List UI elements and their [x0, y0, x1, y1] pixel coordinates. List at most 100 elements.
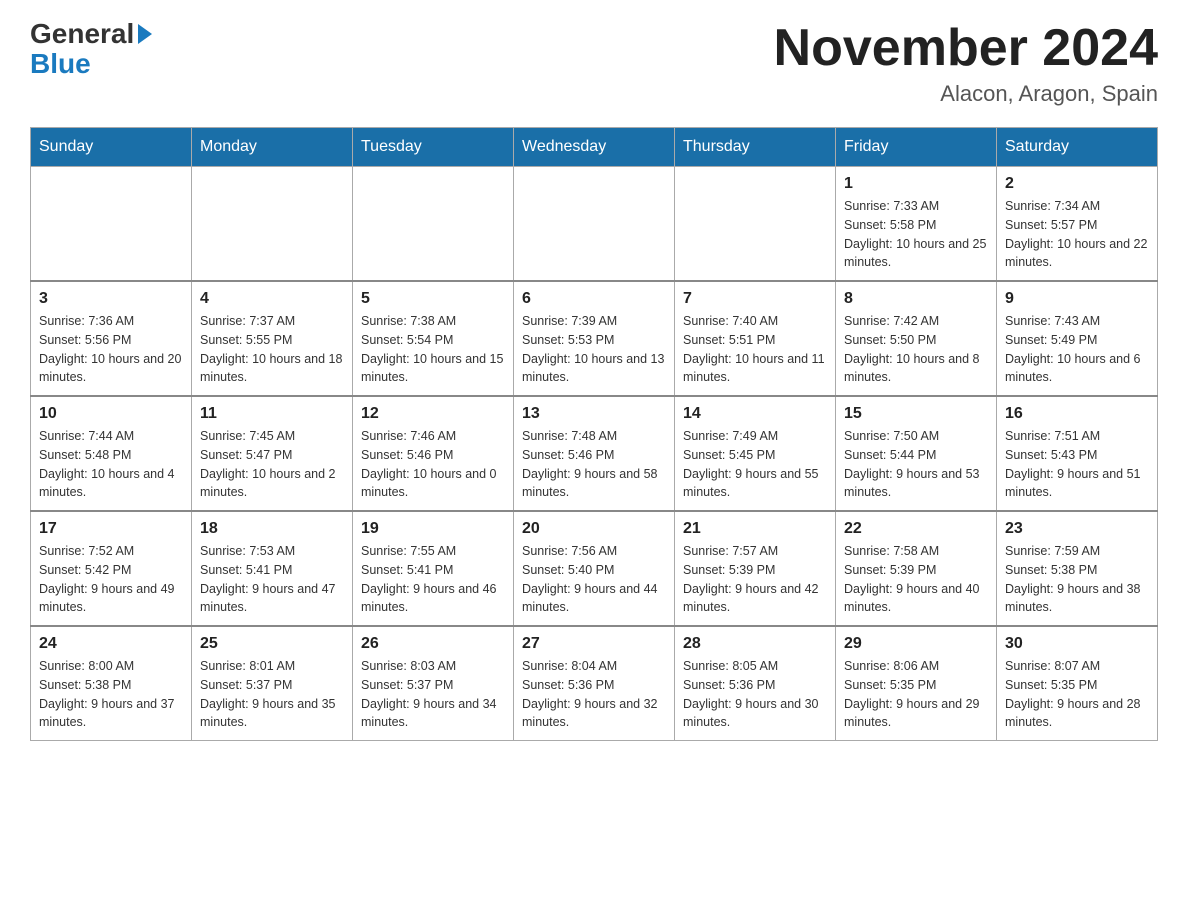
- day-info: Sunrise: 7:51 AMSunset: 5:43 PMDaylight:…: [1005, 427, 1149, 502]
- calendar-cell: 15 Sunrise: 7:50 AMSunset: 5:44 PMDayligh…: [836, 396, 997, 511]
- day-number: 15: [844, 405, 988, 423]
- calendar-header-tuesday: Tuesday: [353, 128, 514, 167]
- day-number: 20: [522, 520, 666, 538]
- calendar-week-1: 1 Sunrise: 7:33 AMSunset: 5:58 PMDaylight…: [31, 167, 1158, 282]
- day-info: Sunrise: 7:38 AMSunset: 5:54 PMDaylight:…: [361, 312, 505, 387]
- calendar-cell: 5Sunrise: 7:38 AMSunset: 5:54 PMDaylight…: [353, 281, 514, 396]
- day-info: Sunrise: 7:50 AMSunset: 5:44 PMDaylight:…: [844, 427, 988, 502]
- day-number: 23: [1005, 520, 1149, 538]
- day-number: 30: [1005, 635, 1149, 653]
- day-number: 27: [522, 635, 666, 653]
- calendar-cell: 30 Sunrise: 8:07 AMSunset: 5:35 PMDayligh…: [997, 626, 1158, 741]
- day-info: Sunrise: 7:40 AMSunset: 5:51 PMDaylight:…: [683, 312, 827, 387]
- calendar-cell: 18 Sunrise: 7:53 AMSunset: 5:41 PMDayligh…: [192, 511, 353, 626]
- month-title: November 2024: [774, 20, 1158, 77]
- calendar-cell: 16 Sunrise: 7:51 AMSunset: 5:43 PMDayligh…: [997, 396, 1158, 511]
- calendar-week-3: 10 Sunrise: 7:44 AMSunset: 5:48 PMDayligh…: [31, 396, 1158, 511]
- day-info: Sunrise: 7:34 AMSunset: 5:57 PMDaylight:…: [1005, 197, 1149, 272]
- page-header: General Blue November 2024 Alacon, Arago…: [30, 20, 1158, 107]
- calendar-cell: 23 Sunrise: 7:59 AMSunset: 5:38 PMDayligh…: [997, 511, 1158, 626]
- calendar-cell: 24Sunrise: 8:00 AMSunset: 5:38 PMDayligh…: [31, 626, 192, 741]
- calendar-header-wednesday: Wednesday: [514, 128, 675, 167]
- day-info: Sunrise: 8:01 AMSunset: 5:37 PMDaylight:…: [200, 657, 344, 732]
- calendar-cell: [514, 167, 675, 282]
- day-number: 17: [39, 520, 183, 538]
- calendar-header-saturday: Saturday: [997, 128, 1158, 167]
- day-info: Sunrise: 8:07 AMSunset: 5:35 PMDaylight:…: [1005, 657, 1149, 732]
- calendar-cell: 22 Sunrise: 7:58 AMSunset: 5:39 PMDayligh…: [836, 511, 997, 626]
- calendar-cell: [31, 167, 192, 282]
- day-info: Sunrise: 7:52 AMSunset: 5:42 PMDaylight:…: [39, 542, 183, 617]
- day-info: Sunrise: 7:39 AMSunset: 5:53 PMDaylight:…: [522, 312, 666, 387]
- calendar-cell: 29 Sunrise: 8:06 AMSunset: 5:35 PMDayligh…: [836, 626, 997, 741]
- location-text: Alacon, Aragon, Spain: [774, 81, 1158, 107]
- calendar-cell: [192, 167, 353, 282]
- logo-arrow-icon: [138, 24, 152, 44]
- day-number: 19: [361, 520, 505, 538]
- day-number: 29: [844, 635, 988, 653]
- calendar-cell: [353, 167, 514, 282]
- day-info: Sunrise: 7:45 AMSunset: 5:47 PMDaylight:…: [200, 427, 344, 502]
- calendar-table: SundayMondayTuesdayWednesdayThursdayFrid…: [30, 127, 1158, 741]
- calendar-week-4: 17 Sunrise: 7:52 AMSunset: 5:42 PMDayligh…: [31, 511, 1158, 626]
- day-number: 6: [522, 290, 666, 308]
- day-number: 10: [39, 405, 183, 423]
- calendar-header-friday: Friday: [836, 128, 997, 167]
- calendar-header-row: SundayMondayTuesdayWednesdayThursdayFrid…: [31, 128, 1158, 167]
- calendar-cell: 13Sunrise: 7:48 AMSunset: 5:46 PMDayligh…: [514, 396, 675, 511]
- day-info: Sunrise: 7:46 AMSunset: 5:46 PMDaylight:…: [361, 427, 505, 502]
- day-number: 24: [39, 635, 183, 653]
- day-number: 3: [39, 290, 183, 308]
- day-info: Sunrise: 7:48 AMSunset: 5:46 PMDaylight:…: [522, 427, 666, 502]
- day-info: Sunrise: 7:56 AMSunset: 5:40 PMDaylight:…: [522, 542, 666, 617]
- day-info: Sunrise: 8:06 AMSunset: 5:35 PMDaylight:…: [844, 657, 988, 732]
- calendar-cell: 14 Sunrise: 7:49 AMSunset: 5:45 PMDayligh…: [675, 396, 836, 511]
- day-info: Sunrise: 7:42 AMSunset: 5:50 PMDaylight:…: [844, 312, 988, 387]
- day-info: Sunrise: 8:05 AMSunset: 5:36 PMDaylight:…: [683, 657, 827, 732]
- calendar-cell: 6 Sunrise: 7:39 AMSunset: 5:53 PMDaylight…: [514, 281, 675, 396]
- calendar-header-monday: Monday: [192, 128, 353, 167]
- day-number: 25: [200, 635, 344, 653]
- calendar-cell: 3Sunrise: 7:36 AMSunset: 5:56 PMDaylight…: [31, 281, 192, 396]
- calendar-cell: 10 Sunrise: 7:44 AMSunset: 5:48 PMDayligh…: [31, 396, 192, 511]
- calendar-week-5: 24Sunrise: 8:00 AMSunset: 5:38 PMDayligh…: [31, 626, 1158, 741]
- calendar-cell: 2 Sunrise: 7:34 AMSunset: 5:57 PMDaylight…: [997, 167, 1158, 282]
- day-number: 14: [683, 405, 827, 423]
- calendar-week-2: 3Sunrise: 7:36 AMSunset: 5:56 PMDaylight…: [31, 281, 1158, 396]
- day-number: 12: [361, 405, 505, 423]
- calendar-cell: 4Sunrise: 7:37 AMSunset: 5:55 PMDaylight…: [192, 281, 353, 396]
- day-number: 26: [361, 635, 505, 653]
- calendar-cell: 7 Sunrise: 7:40 AMSunset: 5:51 PMDaylight…: [675, 281, 836, 396]
- calendar-cell: 20 Sunrise: 7:56 AMSunset: 5:40 PMDayligh…: [514, 511, 675, 626]
- day-info: Sunrise: 7:44 AMSunset: 5:48 PMDaylight:…: [39, 427, 183, 502]
- logo-general-text: General: [30, 20, 134, 48]
- day-info: Sunrise: 7:49 AMSunset: 5:45 PMDaylight:…: [683, 427, 827, 502]
- calendar-cell: 1 Sunrise: 7:33 AMSunset: 5:58 PMDaylight…: [836, 167, 997, 282]
- day-info: Sunrise: 8:03 AMSunset: 5:37 PMDaylight:…: [361, 657, 505, 732]
- day-number: 7: [683, 290, 827, 308]
- day-number: 8: [844, 290, 988, 308]
- day-info: Sunrise: 7:53 AMSunset: 5:41 PMDaylight:…: [200, 542, 344, 617]
- logo: General Blue: [30, 20, 152, 80]
- calendar-cell: 27Sunrise: 8:04 AMSunset: 5:36 PMDayligh…: [514, 626, 675, 741]
- calendar-header-thursday: Thursday: [675, 128, 836, 167]
- day-info: Sunrise: 7:33 AMSunset: 5:58 PMDaylight:…: [844, 197, 988, 272]
- calendar-cell: 28Sunrise: 8:05 AMSunset: 5:36 PMDayligh…: [675, 626, 836, 741]
- calendar-cell: [675, 167, 836, 282]
- calendar-cell: 25 Sunrise: 8:01 AMSunset: 5:37 PMDayligh…: [192, 626, 353, 741]
- day-info: Sunrise: 7:58 AMSunset: 5:39 PMDaylight:…: [844, 542, 988, 617]
- day-info: Sunrise: 7:37 AMSunset: 5:55 PMDaylight:…: [200, 312, 344, 387]
- day-number: 1: [844, 175, 988, 193]
- logo-blue-text: Blue: [30, 48, 91, 80]
- calendar-cell: 9Sunrise: 7:43 AMSunset: 5:49 PMDaylight…: [997, 281, 1158, 396]
- day-number: 22: [844, 520, 988, 538]
- day-number: 2: [1005, 175, 1149, 193]
- day-number: 11: [200, 405, 344, 423]
- day-info: Sunrise: 7:59 AMSunset: 5:38 PMDaylight:…: [1005, 542, 1149, 617]
- day-number: 9: [1005, 290, 1149, 308]
- calendar-cell: 19Sunrise: 7:55 AMSunset: 5:41 PMDayligh…: [353, 511, 514, 626]
- day-number: 16: [1005, 405, 1149, 423]
- day-number: 18: [200, 520, 344, 538]
- day-number: 21: [683, 520, 827, 538]
- calendar-cell: 8 Sunrise: 7:42 AMSunset: 5:50 PMDaylight…: [836, 281, 997, 396]
